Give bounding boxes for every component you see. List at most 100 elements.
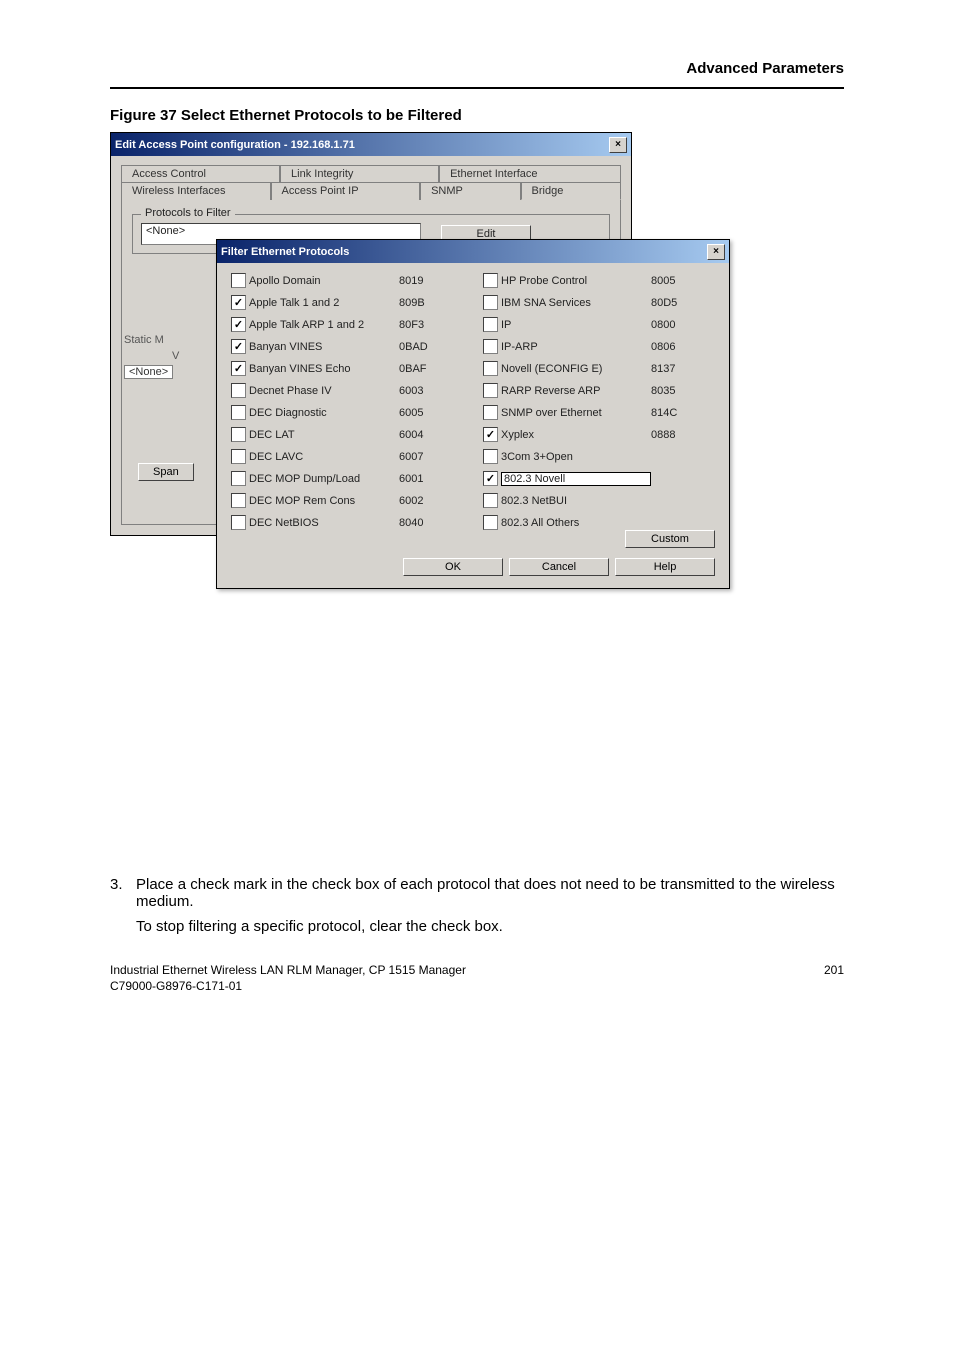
protocol-code: 8005 xyxy=(651,275,695,287)
protocol-checkbox[interactable] xyxy=(483,493,498,508)
protocol-checkbox[interactable] xyxy=(483,339,498,354)
partial-label-v: V xyxy=(172,350,179,362)
protocol-label: RARP Reverse ARP xyxy=(501,385,651,397)
protocol-code: 6005 xyxy=(399,407,443,419)
protocol-label: HP Probe Control xyxy=(501,275,651,287)
step-number: 3. xyxy=(110,876,136,910)
tab-link-integrity[interactable]: Link Integrity xyxy=(280,165,439,182)
protocol-code: 0888 xyxy=(651,429,695,441)
tab-ethernet-interface[interactable]: Ethernet Interface xyxy=(439,165,621,182)
protocol-grid: Apollo Domain8019 HP Probe Control8005 App… xyxy=(231,273,715,530)
protocol-code: 0800 xyxy=(651,319,695,331)
protocol-label: SNMP over Ethernet xyxy=(501,407,651,419)
partial-span-button[interactable]: Span xyxy=(138,462,194,480)
protocol-checkbox[interactable] xyxy=(231,515,246,530)
protocol-label: IP xyxy=(501,319,651,331)
protocol-code: 6003 xyxy=(399,385,443,397)
protocol-checkbox[interactable] xyxy=(231,383,246,398)
protocol-checkbox[interactable] xyxy=(483,449,498,464)
partial-label-none: <None> xyxy=(124,365,173,379)
protocol-code: 809B xyxy=(399,297,443,309)
tab-bridge[interactable]: Bridge xyxy=(521,182,621,200)
protocol-label: IP-ARP xyxy=(501,341,651,353)
tab-access-control[interactable]: Access Control xyxy=(121,165,280,182)
protocol-label: Banyan VINES xyxy=(249,341,399,353)
protocol-checkbox[interactable] xyxy=(231,295,246,310)
protocol-checkbox[interactable] xyxy=(231,317,246,332)
cancel-button[interactable]: Cancel xyxy=(509,558,609,576)
protocol-checkbox[interactable] xyxy=(483,383,498,398)
partial-label-staticm: Static M xyxy=(124,334,164,346)
section-header: Advanced Parameters xyxy=(110,60,844,77)
protocol-checkbox[interactable] xyxy=(231,427,246,442)
protocol-label: DEC LAVC xyxy=(249,451,399,463)
outer-titlebar: Edit Access Point configuration - 192.16… xyxy=(111,133,631,156)
custom-button[interactable]: Custom xyxy=(625,530,715,548)
footer-line2: C79000-G8976-C171-01 xyxy=(110,979,466,995)
protocol-code: 8035 xyxy=(651,385,695,397)
figure-caption: Figure 37 Select Ethernet Protocols to b… xyxy=(110,107,844,124)
tab-wireless-interfaces[interactable]: Wireless Interfaces xyxy=(121,182,271,200)
protocol-code: 6001 xyxy=(399,473,443,485)
protocol-checkbox[interactable] xyxy=(231,273,246,288)
protocol-code: 80F3 xyxy=(399,319,443,331)
group-title: Protocols to Filter xyxy=(141,207,235,219)
protocol-checkbox[interactable] xyxy=(483,317,498,332)
footer-line1: Industrial Ethernet Wireless LAN RLM Man… xyxy=(110,963,466,979)
close-icon[interactable]: × xyxy=(609,137,627,153)
step-text: Place a check mark in the check box of e… xyxy=(136,876,844,910)
protocol-label: Xyplex xyxy=(501,429,651,441)
protocol-checkbox[interactable] xyxy=(231,493,246,508)
protocol-label: DEC Diagnostic xyxy=(249,407,399,419)
protocol-label: 802.3 All Others xyxy=(501,517,651,529)
protocol-code: 0806 xyxy=(651,341,695,353)
page-number: 201 xyxy=(824,963,844,994)
protocol-label: Apollo Domain xyxy=(249,275,399,287)
tab-row-2: Wireless Interfaces Access Point IP SNMP… xyxy=(121,181,621,199)
protocol-label: DEC MOP Rem Cons xyxy=(249,495,399,507)
protocol-checkbox[interactable] xyxy=(231,361,246,376)
step-note: To stop filtering a specific protocol, c… xyxy=(136,916,844,937)
protocol-label: Apple Talk ARP 1 and 2 xyxy=(249,319,399,331)
protocol-code: 0BAF xyxy=(399,363,443,375)
protocol-label: 802.3 NetBUI xyxy=(501,495,651,507)
protocol-checkbox[interactable] xyxy=(231,405,246,420)
protocol-checkbox[interactable] xyxy=(483,515,498,530)
protocol-label: Novell (ECONFIG E) xyxy=(501,363,651,375)
protocol-code: 8040 xyxy=(399,517,443,529)
protocol-code: 814C xyxy=(651,407,695,419)
protocol-code: 8019 xyxy=(399,275,443,287)
protocol-label: DEC LAT xyxy=(249,429,399,441)
protocol-checkbox[interactable] xyxy=(231,471,246,486)
step-list: 3. Place a check mark in the check box o… xyxy=(110,876,844,937)
protocol-label: Decnet Phase IV xyxy=(249,385,399,397)
protocol-label: DEC MOP Dump/Load xyxy=(249,473,399,485)
inner-titlebar: Filter Ethernet Protocols × xyxy=(217,240,729,263)
protocol-label: 3Com 3+Open xyxy=(501,451,651,463)
protocol-checkbox[interactable] xyxy=(231,339,246,354)
protocol-checkbox[interactable] xyxy=(483,405,498,420)
tab-access-point-ip[interactable]: Access Point IP xyxy=(271,182,421,200)
help-button[interactable]: Help xyxy=(615,558,715,576)
protocol-label: 802.3 Novell xyxy=(501,472,651,486)
header-rule xyxy=(110,87,844,89)
protocol-checkbox[interactable] xyxy=(483,295,498,310)
ok-button[interactable]: OK xyxy=(403,558,503,576)
tab-snmp[interactable]: SNMP xyxy=(420,182,520,200)
outer-title-text: Edit Access Point configuration - 192.16… xyxy=(115,139,355,151)
protocol-checkbox[interactable] xyxy=(483,471,498,486)
protocol-code: 6004 xyxy=(399,429,443,441)
protocol-code: 80D5 xyxy=(651,297,695,309)
protocol-checkbox[interactable] xyxy=(483,361,498,376)
protocol-checkbox[interactable] xyxy=(483,273,498,288)
protocol-checkbox[interactable] xyxy=(483,427,498,442)
inner-close-icon[interactable]: × xyxy=(707,244,725,260)
protocol-label: DEC NetBIOS xyxy=(249,517,399,529)
tab-row-1: Access Control Link Integrity Ethernet I… xyxy=(121,164,621,181)
protocol-code: 8137 xyxy=(651,363,695,375)
protocol-code: 6002 xyxy=(399,495,443,507)
protocol-label: Apple Talk 1 and 2 xyxy=(249,297,399,309)
inner-title-text: Filter Ethernet Protocols xyxy=(221,246,349,258)
page-footer: Industrial Ethernet Wireless LAN RLM Man… xyxy=(110,963,844,994)
protocol-checkbox[interactable] xyxy=(231,449,246,464)
